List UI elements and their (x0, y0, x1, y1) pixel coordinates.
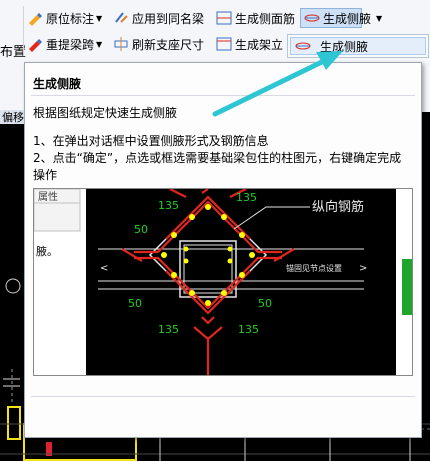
refresh-support-button[interactable]: 刷新支座尺寸 (113, 34, 204, 54)
gen-haunch-dropdown[interactable]: ▼ (376, 8, 382, 28)
side-rebar-icon (216, 10, 232, 26)
dim-label-135: 135 (158, 323, 179, 336)
erection-rebar-icon (216, 36, 232, 52)
refresh-support-icon (113, 36, 129, 52)
relift-span-label: 重提梁跨 (46, 37, 95, 52)
chevron-down-icon: ▼ (96, 13, 103, 23)
origin-mark-dropdown[interactable]: ▼ (96, 8, 102, 28)
gen-haunch-button[interactable]: 生成侧腋 (300, 8, 371, 28)
apply-beam-icon (113, 10, 129, 26)
apply-same-beam-button[interactable]: 应用到同名梁 (113, 8, 204, 28)
rebar-dots (161, 204, 255, 306)
origin-mark-icon (27, 10, 43, 26)
dropdown-item-gen-haunch[interactable]: 生成侧腋 (290, 37, 426, 55)
offset-tab[interactable]: 偏移 (0, 110, 24, 124)
chevron-down-icon: ▼ (376, 13, 383, 23)
dimension-labels: 135 135 50 50 50 135 135 (128, 191, 272, 336)
gen-side-rebar-button[interactable]: 生成侧面筋 (216, 8, 295, 28)
haunch-rebars (121, 189, 295, 375)
help-tooltip: 生成侧腋 根据图纸规定快速生成侧腋 1、在弹出对话框中设置侧腋形式及钢筋信息 2… (24, 62, 422, 438)
anchor-note-label: 锚固见节点设置 (286, 263, 342, 273)
haunch-icon (295, 38, 311, 54)
dim-label-50: 50 (128, 297, 142, 310)
panel-partial-text: 腋。 (36, 244, 58, 258)
beam-break-mark: > (359, 263, 367, 274)
relift-span-icon (27, 36, 43, 52)
origin-mark-button[interactable]: 原位标注 (27, 8, 94, 28)
relift-span-dropdown[interactable]: ▼ (96, 34, 102, 54)
chevron-down-icon: ▼ (96, 39, 103, 49)
gen-haunch-label: 生成侧腋 (323, 11, 372, 26)
gen-erection-button[interactable]: 生成架立 (216, 34, 283, 54)
haunch-icon (304, 10, 320, 26)
panel-header-text: 属性 (38, 190, 58, 203)
longitudinal-rebar-label: 纵向钢筋 (312, 199, 364, 215)
dim-label-135: 135 (236, 191, 257, 204)
ribbon-divider (23, 6, 24, 56)
refresh-support-label: 刷新支座尺寸 (132, 37, 205, 52)
dim-label-135: 135 (158, 199, 179, 212)
offset-tab-label: 偏移 (2, 111, 24, 124)
gen-erection-label: 生成架立 (235, 37, 284, 52)
gen-side-rebar-label: 生成侧面筋 (235, 11, 296, 26)
dropdown-item-label: 生成侧腋 (320, 39, 369, 54)
dim-label-135: 135 (238, 323, 259, 336)
apply-same-beam-label: 应用到同名梁 (132, 11, 205, 26)
tooltip-step-1: 1、在弹出对话框中设置侧腋形式及钢筋信息 (33, 134, 269, 148)
tooltip-preview-image: 属性 腋。 < > 135 135 50 50 50 135 135 纵向钢筋 … (33, 188, 413, 376)
relift-span-button[interactable]: 重提梁跨 (27, 34, 94, 54)
tooltip-title: 生成侧腋 (33, 77, 82, 91)
haunch-dropdown-menu: 生成侧腋 (287, 34, 429, 58)
origin-mark-label: 原位标注 (46, 11, 95, 26)
haunch-diagram: 属性 腋。 < > 135 135 50 50 50 135 135 纵向钢筋 … (34, 189, 412, 375)
tooltip-description: 根据图纸规定快速生成侧腋 (33, 106, 178, 120)
tooltip-divider (31, 95, 415, 96)
tooltip-bottom-divider (31, 396, 415, 397)
dim-label-50: 50 (134, 223, 148, 236)
dim-label-50: 50 (258, 297, 272, 310)
beam-break-mark: < (100, 263, 108, 274)
tooltip-step-2: 2、点击“确定”，点选或框选需要基础梁包住的柱图元，右键确定完成操作 (33, 151, 402, 182)
